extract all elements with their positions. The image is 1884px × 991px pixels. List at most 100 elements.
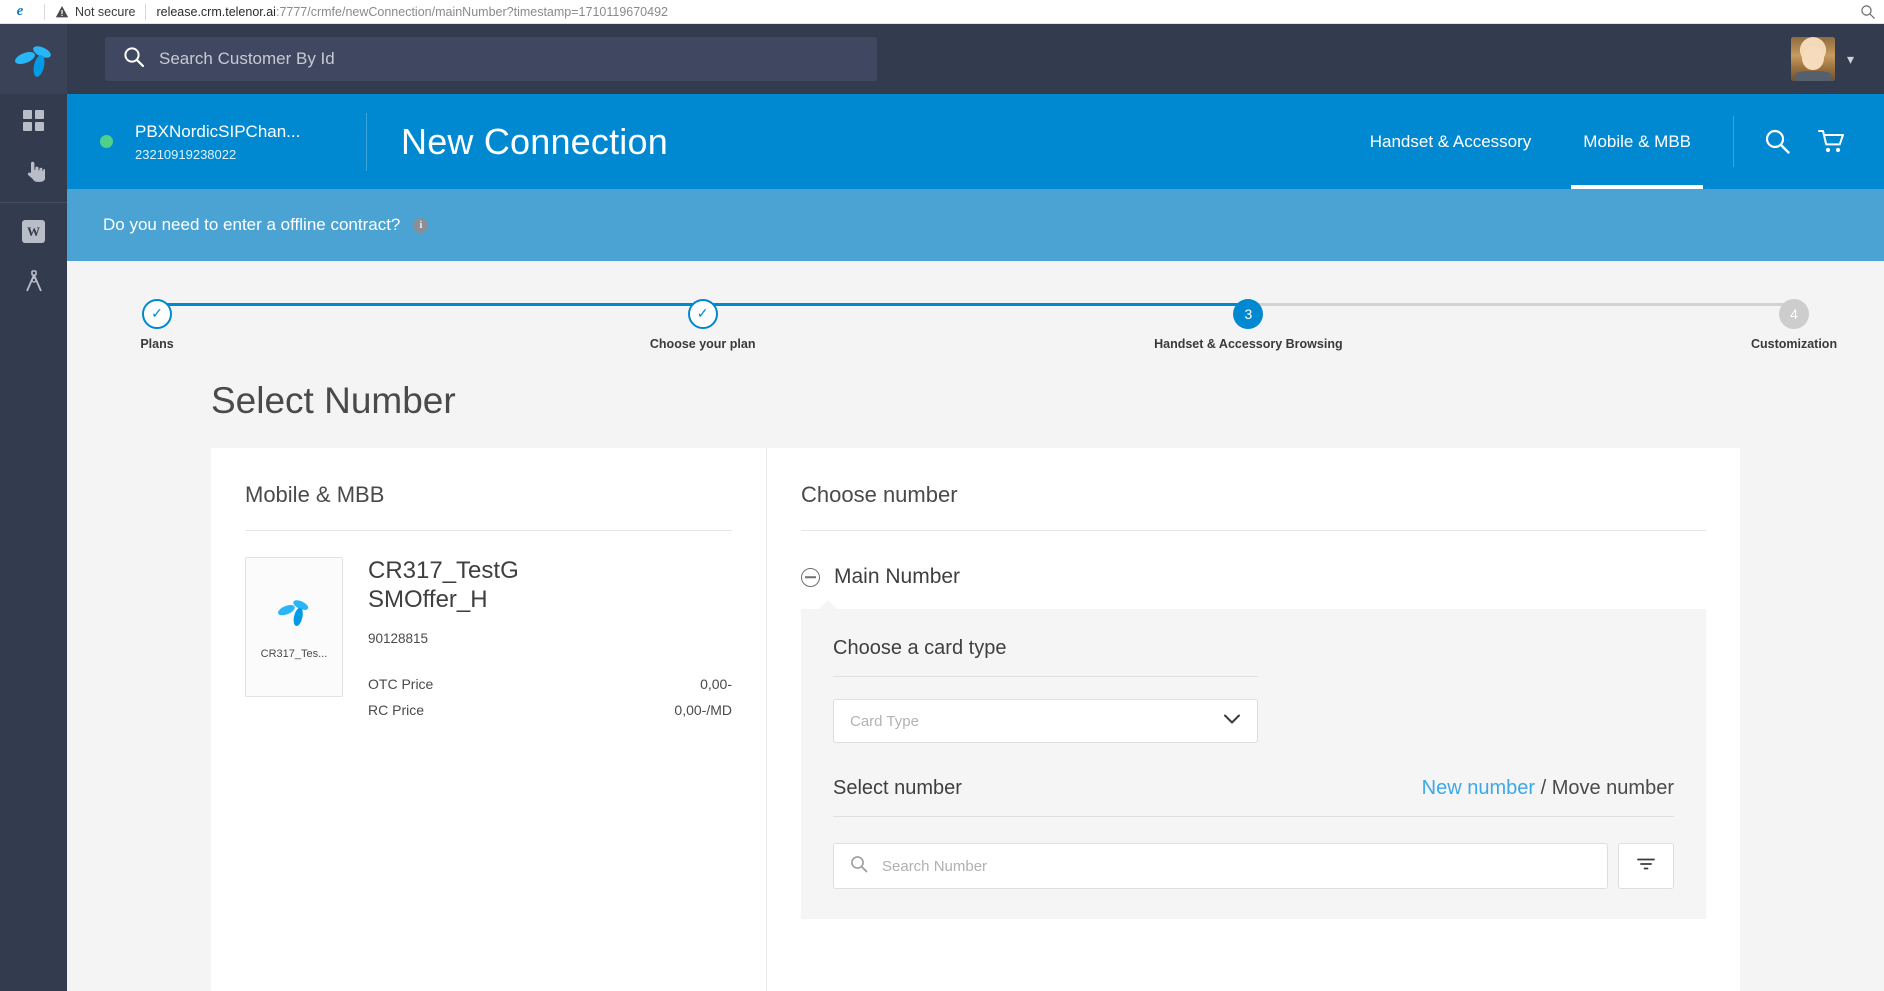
content-area: ✓ Plans ✓ Choose your plan 3 Handset & A… xyxy=(67,261,1884,991)
search-icon xyxy=(123,46,145,73)
step-label-1: Plans xyxy=(140,336,174,351)
user-menu[interactable]: ▾ xyxy=(1790,37,1854,81)
sidebar-item-w-app[interactable]: W xyxy=(0,205,67,258)
sidebar-item-actions[interactable] xyxy=(0,147,67,200)
number-search-box[interactable] xyxy=(833,843,1608,889)
offline-contract-text: Do you need to enter a offline contract? xyxy=(103,215,401,234)
rail-divider xyxy=(0,202,67,203)
sidebar-item-design[interactable] xyxy=(0,258,67,311)
step-connector-3 xyxy=(1248,303,1795,306)
context-nav: Handset & Accessory Mobile & MBB xyxy=(1344,94,1884,189)
product-info: CR317_TestG SMOffer_H 90128815 OTC Price… xyxy=(368,557,732,718)
security-status-label: Not secure xyxy=(75,4,136,19)
chevron-down-icon xyxy=(1223,712,1241,730)
customer-summary[interactable]: PBXNordicSIPChan... 23210919238022 xyxy=(100,122,358,162)
context-divider xyxy=(366,112,367,171)
url-path: :7777/crmfe/newConnection/mainNumber?tim… xyxy=(275,4,668,19)
collapse-minus-icon[interactable] xyxy=(801,567,820,587)
status-dot-icon xyxy=(100,135,113,148)
step-node-4: 4 xyxy=(1779,298,1810,329)
hand-pointer-icon xyxy=(23,159,46,188)
cart-icon[interactable] xyxy=(1804,94,1858,189)
step-connector-2 xyxy=(702,303,1249,306)
address-bar[interactable]: release.crm.telenor.ai:7777/crmfe/newCon… xyxy=(156,5,668,19)
page-heading: New Connection xyxy=(401,120,668,162)
right-panel: Choose number Main Number Choose a card … xyxy=(766,448,1740,991)
step-connector-1 xyxy=(157,303,703,306)
panels-container: Mobile & MBB CR317_Tes... CR317_TestG SM… xyxy=(67,448,1884,991)
tab-handset-accessory[interactable]: Handset & Accessory xyxy=(1344,94,1558,189)
select-number-label: Select number xyxy=(833,777,962,799)
right-panel-heading: Choose number xyxy=(801,482,1706,531)
step-label-2: Choose your plan xyxy=(649,336,756,351)
chevron-down-icon[interactable]: ▾ xyxy=(1847,51,1854,68)
card-type-placeholder: Card Type xyxy=(850,712,919,730)
search-input[interactable] xyxy=(159,49,859,69)
context-header: PBXNordicSIPChan... 23210919238022 New C… xyxy=(67,94,1884,189)
step-node-2: ✓ xyxy=(687,298,718,329)
chrome-divider xyxy=(44,3,45,20)
tab-mobile-mbb[interactable]: Mobile & MBB xyxy=(1557,94,1717,189)
nav-divider xyxy=(1733,116,1734,167)
otc-price-value: 0,00- xyxy=(700,675,732,692)
telenor-logo-icon[interactable] xyxy=(0,24,67,94)
offline-contract-banner[interactable]: Do you need to enter a offline contract?… xyxy=(67,189,1884,261)
number-search-row xyxy=(833,843,1674,889)
price-row-rc: RC Price 0,00-/MD xyxy=(368,702,732,718)
mode-separator: / xyxy=(1535,777,1552,799)
product-name: CR317_TestG SMOffer_H xyxy=(368,557,519,613)
main-number-card-panel: Choose a card type Card Type Select numb… xyxy=(801,600,1706,919)
w-letter-icon: W xyxy=(22,220,45,243)
customer-name: PBXNordicSIPChan... xyxy=(135,121,301,141)
compass-icon xyxy=(23,270,45,299)
customer-id: 23210919238022 xyxy=(135,146,237,162)
product-thumb-caption: CR317_Tes... xyxy=(260,647,328,660)
product-thumbnail: CR317_Tes... xyxy=(245,557,343,697)
step-label-4: Customization xyxy=(1750,336,1838,351)
card-type-select[interactable]: Card Type xyxy=(833,699,1258,743)
product-logo-icon xyxy=(277,595,311,632)
price-row-otc: OTC Price 0,00- xyxy=(368,676,732,692)
filter-icon xyxy=(1636,856,1656,877)
customer-text: PBXNordicSIPChan... 23210919238022 xyxy=(135,122,300,162)
avatar[interactable] xyxy=(1790,37,1835,81)
warning-triangle-icon xyxy=(55,5,69,19)
number-search-input[interactable] xyxy=(882,857,1591,875)
product-item[interactable]: CR317_Tes... CR317_TestG SMOffer_H 90128… xyxy=(245,531,732,718)
number-mode-toggle: New number / Move number xyxy=(1422,777,1674,800)
rc-price-value: 0,00-/MD xyxy=(674,701,732,718)
progress-stepper: ✓ Plans ✓ Choose your plan 3 Handset & A… xyxy=(67,261,1884,366)
global-topbar: ▾ xyxy=(67,24,1884,94)
info-icon[interactable]: i xyxy=(413,217,429,233)
url-host: release.crm.telenor.ai xyxy=(156,4,276,19)
sidebar-item-dashboard[interactable] xyxy=(0,94,67,147)
select-number-row: Select number New number / Move number xyxy=(833,777,1674,817)
move-number-link[interactable]: Move number xyxy=(1552,777,1674,799)
card-type-label: Choose a card type xyxy=(833,637,1258,677)
avatar-face xyxy=(1802,46,1824,71)
header-search-icon[interactable] xyxy=(1750,94,1804,189)
new-number-link[interactable]: New number xyxy=(1422,777,1535,799)
zoom-indicator-icon[interactable] xyxy=(1860,4,1876,20)
left-nav-rail: W xyxy=(0,24,67,991)
left-panel: Mobile & MBB CR317_Tes... CR317_TestG SM… xyxy=(211,448,766,991)
browser-logo-icon: e xyxy=(16,3,24,19)
page-title: Select Number xyxy=(211,380,456,421)
product-number: 90128815 xyxy=(368,630,429,646)
step-node-3: 3 xyxy=(1233,298,1264,329)
main-column: ▾ PBXNordicSIPChan... 23210919238022 New… xyxy=(67,24,1884,991)
step-node-1: ✓ xyxy=(142,298,172,329)
main-number-title: Main Number xyxy=(834,565,961,588)
main-number-accordion-header[interactable]: Main Number xyxy=(801,531,1706,605)
filter-button[interactable] xyxy=(1618,843,1674,889)
grid-icon xyxy=(22,109,45,132)
customer-search-box[interactable] xyxy=(105,37,877,81)
app-root: W Search Customer By Id ▾ PBXNordicSIPCh… xyxy=(0,24,1884,991)
avatar-shirt xyxy=(1795,71,1831,81)
otc-price-label: OTC Price xyxy=(368,675,434,692)
step-label-3: Handset & Accessory Browsing xyxy=(1154,336,1343,351)
left-panel-heading: Mobile & MBB xyxy=(245,482,732,531)
chrome-divider-2 xyxy=(145,3,147,20)
search-icon xyxy=(850,855,868,878)
rc-price-label: RC Price xyxy=(368,701,425,718)
